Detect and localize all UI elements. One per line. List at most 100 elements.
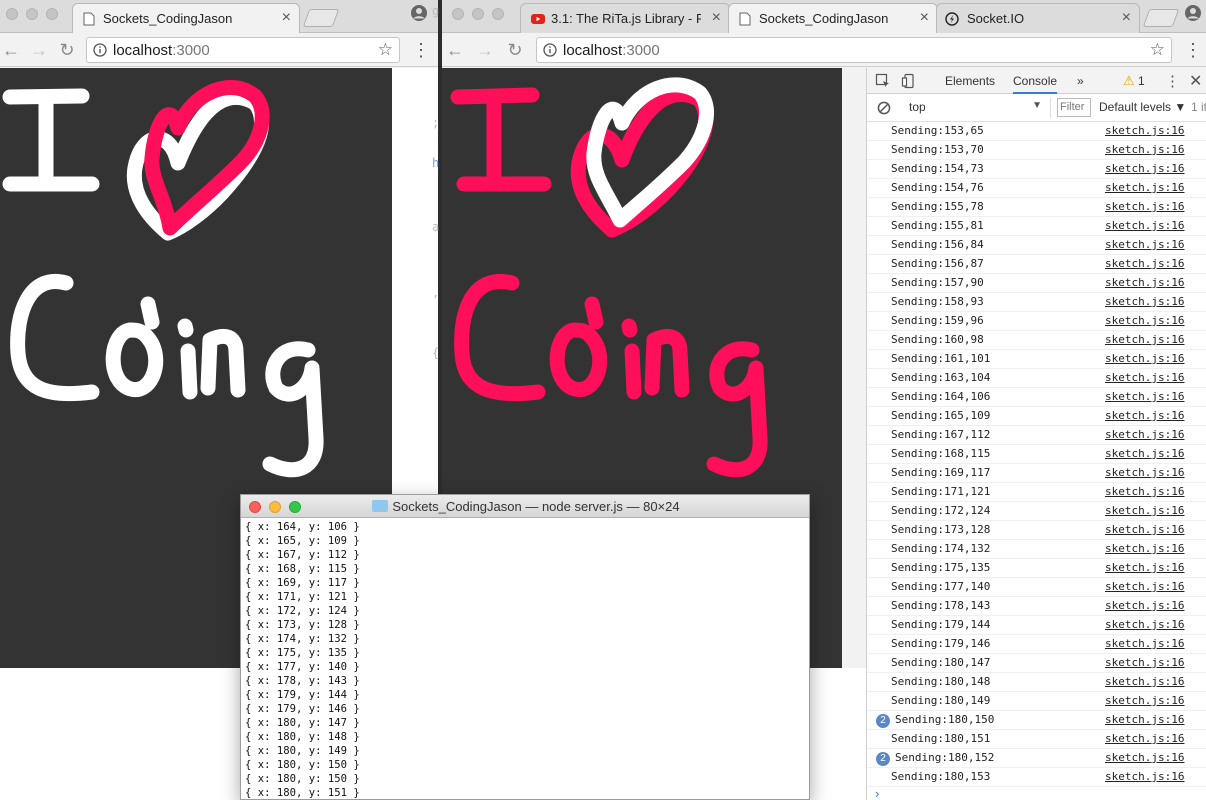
source-link[interactable]: sketch.js:16	[1105, 675, 1184, 688]
console-message-text: Sending:156,87	[891, 257, 984, 270]
source-link[interactable]: sketch.js:16	[1105, 428, 1184, 441]
tab-console[interactable]: Console	[1013, 74, 1058, 94]
chrome-menu-button[interactable]: ⋮	[1184, 41, 1202, 61]
console-message-text: Sending:159,96	[891, 314, 984, 327]
source-link[interactable]: sketch.js:16	[1105, 447, 1184, 460]
console-message: Sending:154,76 sketch.js:16	[867, 179, 1206, 198]
source-link[interactable]: sketch.js:16	[1105, 143, 1184, 156]
terminal-line: { x: 165, y: 109 }	[245, 535, 360, 547]
source-link[interactable]: sketch.js:16	[1105, 200, 1184, 213]
source-link[interactable]: sketch.js:16	[1105, 599, 1184, 612]
address-bar[interactable]: localhost:3000 ☆	[86, 37, 400, 63]
devtools-menu-button[interactable]: ⋮	[1165, 72, 1180, 90]
inspect-element-icon[interactable]	[875, 73, 891, 89]
profile-icon[interactable]	[1184, 4, 1202, 22]
tab-sockets-codingjason[interactable]: Sockets_CodingJason ×	[72, 3, 300, 33]
source-link[interactable]: sketch.js:16	[1105, 390, 1184, 403]
more-tabs-button[interactable]: »	[1077, 74, 1084, 88]
source-link[interactable]: sketch.js:16	[1105, 314, 1184, 327]
repeat-count-badge: 2	[876, 752, 890, 766]
new-tab-button[interactable]	[302, 9, 340, 27]
levels-dropdown[interactable]: Default levels ▼	[1099, 100, 1186, 114]
console-message: Sending:159,96 sketch.js:16	[867, 312, 1206, 331]
source-link[interactable]: sketch.js:16	[1105, 542, 1184, 555]
source-link[interactable]: sketch.js:16	[1105, 485, 1184, 498]
tab-close-button[interactable]: ×	[712, 9, 721, 27]
zoom-window-button[interactable]	[46, 8, 58, 20]
minimize-window-button[interactable]	[26, 8, 38, 20]
info-icon[interactable]	[93, 43, 107, 57]
tab-sockets-codingjason[interactable]: Sockets_CodingJason ×	[728, 3, 938, 33]
close-window-button[interactable]	[6, 8, 18, 20]
console-message-text: Sending:172,124	[891, 504, 991, 517]
warning-icon[interactable]: ⚠	[1123, 73, 1135, 89]
source-link[interactable]: sketch.js:16	[1105, 732, 1184, 745]
folder-icon	[372, 500, 389, 512]
address-bar[interactable]: localhost:3000 ☆	[536, 37, 1172, 63]
bookmark-star-icon[interactable]: ☆	[378, 40, 393, 60]
close-devtools-icon[interactable]: ✕	[1189, 71, 1202, 91]
reload-icon[interactable]: ↻	[56, 39, 78, 61]
tab-close-button[interactable]: ×	[1122, 9, 1131, 27]
source-link[interactable]: sketch.js:16	[1105, 580, 1184, 593]
tab-socket-io[interactable]: Socket.IO ×	[936, 3, 1140, 33]
terminal-line: { x: 180, y: 150 }	[245, 759, 360, 771]
tab-rita-library[interactable]: 3.1: The RiTa.js Library - P ×	[520, 3, 730, 33]
source-link[interactable]: sketch.js:16	[1105, 770, 1184, 783]
editor-glyph: ,	[432, 286, 440, 300]
console-message: Sending:172,124 sketch.js:16	[867, 502, 1206, 521]
zoom-window-button[interactable]	[492, 8, 504, 20]
source-link[interactable]: sketch.js:16	[1105, 352, 1184, 365]
source-link[interactable]: sketch.js:16	[1105, 124, 1184, 137]
source-link[interactable]: sketch.js:16	[1105, 751, 1184, 764]
source-link[interactable]: sketch.js:16	[1105, 466, 1184, 479]
source-link[interactable]: sketch.js:16	[1105, 523, 1184, 536]
source-link[interactable]: sketch.js:16	[1105, 409, 1184, 422]
clear-console-icon[interactable]	[877, 101, 891, 115]
source-link[interactable]: sketch.js:16	[1105, 238, 1184, 251]
console-message-text: Sending:179,144	[891, 618, 991, 631]
forward-arrow-icon[interactable]: →	[28, 39, 50, 61]
back-arrow-icon[interactable]: ←	[0, 39, 22, 61]
device-toolbar-icon[interactable]	[901, 73, 917, 89]
terminal-line: { x: 174, y: 132 }	[245, 633, 360, 645]
source-link[interactable]: sketch.js:16	[1105, 694, 1184, 707]
back-arrow-icon[interactable]: ←	[444, 39, 466, 61]
close-window-button[interactable]	[452, 8, 464, 20]
source-link[interactable]: sketch.js:16	[1105, 618, 1184, 631]
source-link[interactable]: sketch.js:16	[1105, 371, 1184, 384]
forward-arrow-icon[interactable]: →	[474, 39, 496, 61]
source-link[interactable]: sketch.js:16	[1105, 713, 1184, 726]
source-link[interactable]: sketch.js:16	[1105, 276, 1184, 289]
console-message-text: Sending:167,112	[891, 428, 991, 441]
chrome-menu-button[interactable]: ⋮	[412, 41, 430, 61]
source-link[interactable]: sketch.js:16	[1105, 333, 1184, 346]
source-link[interactable]: sketch.js:16	[1105, 637, 1184, 650]
tab-elements[interactable]: Elements	[945, 74, 995, 88]
profile-icon[interactable]	[410, 4, 428, 22]
console-message-text: Sending:173,128	[891, 523, 991, 536]
source-link[interactable]: sketch.js:16	[1105, 504, 1184, 517]
tab-close-button[interactable]: ×	[282, 9, 291, 27]
console-prompt[interactable]: ›	[875, 786, 879, 800]
new-tab-button[interactable]	[1142, 9, 1180, 27]
console-message-text: Sending:154,73	[891, 162, 984, 175]
console-message-text: Sending:174,132	[891, 542, 991, 555]
source-link[interactable]: sketch.js:16	[1105, 295, 1184, 308]
filter-input[interactable]: Filter	[1057, 98, 1091, 117]
source-link[interactable]: sketch.js:16	[1105, 181, 1184, 194]
console-message: Sending:178,143 sketch.js:16	[867, 597, 1206, 616]
reload-icon[interactable]: ↻	[504, 39, 526, 61]
source-link[interactable]: sketch.js:16	[1105, 257, 1184, 270]
context-selector[interactable]: top ▼	[901, 98, 1051, 118]
tab-close-button[interactable]: ×	[920, 9, 929, 27]
info-icon[interactable]	[543, 43, 557, 57]
source-link[interactable]: sketch.js:16	[1105, 219, 1184, 232]
source-link[interactable]: sketch.js:16	[1105, 561, 1184, 574]
bookmark-star-icon[interactable]: ☆	[1150, 40, 1165, 60]
source-link[interactable]: sketch.js:16	[1105, 656, 1184, 669]
terminal-title: Sockets_CodingJason — node server.js — 8…	[241, 499, 809, 514]
minimize-window-button[interactable]	[472, 8, 484, 20]
source-link[interactable]: sketch.js:16	[1105, 162, 1184, 175]
console-message: Sending:180,153 sketch.js:16	[867, 768, 1206, 787]
